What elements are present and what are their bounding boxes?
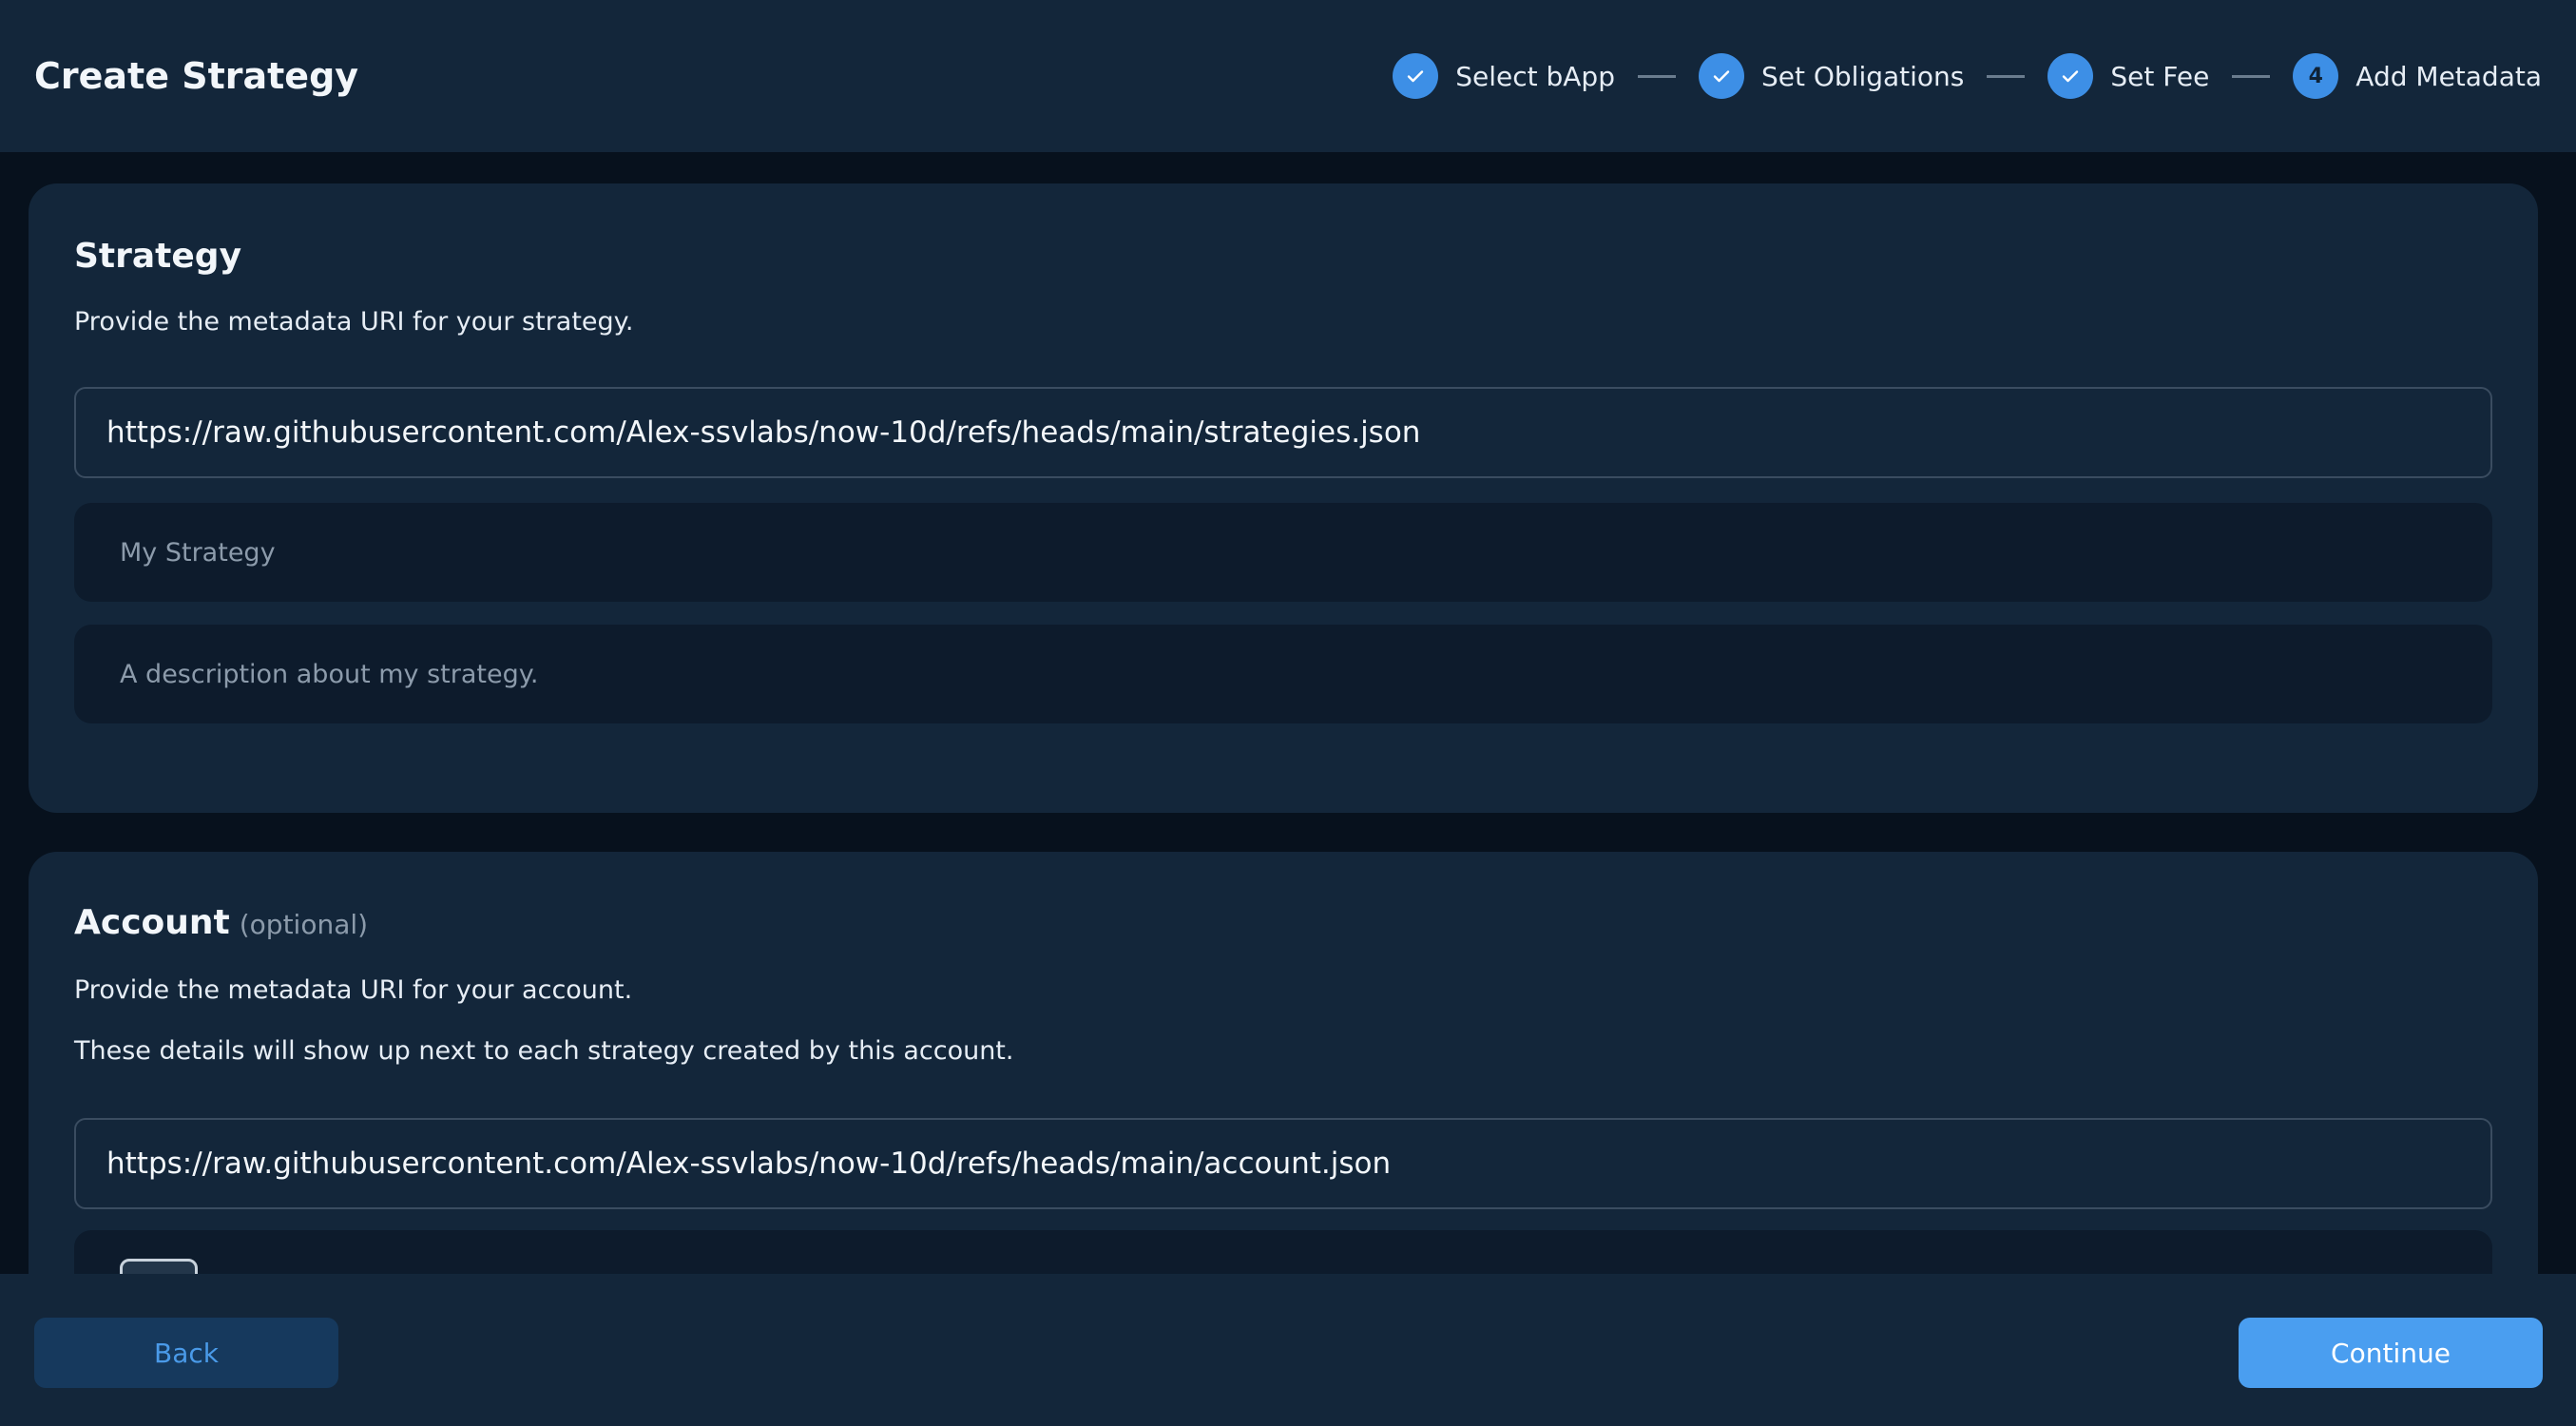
step-label: Select bApp: [1455, 60, 1615, 92]
step-set-obligations[interactable]: Set Obligations: [1698, 53, 1965, 99]
account-description: Provide the metadata URI for your accoun…: [74, 975, 633, 1005]
stepper: Select bApp Set Obligations Set Fee 4 Ad…: [1393, 53, 2542, 99]
step-connector: [1987, 74, 2026, 78]
account-uri-input[interactable]: https://raw.githubusercontent.com/Alex-s…: [74, 1118, 2492, 1209]
optional-label: (optional): [239, 909, 369, 940]
account-card: Account (optional) Provide the metadata U…: [29, 852, 2538, 1274]
check-icon: [2047, 53, 2094, 99]
strategy-name-field: My Strategy: [74, 503, 2492, 602]
strategy-description-field: A description about my strategy.: [74, 625, 2492, 723]
step-connector: [2232, 74, 2271, 78]
strategy-title: Strategy: [74, 237, 242, 276]
page-header: Create Strategy Select bApp Set Obligati…: [0, 0, 2576, 152]
page-title: Create Strategy: [34, 55, 359, 97]
content-area[interactable]: Strategy Provide the metadata URI for yo…: [0, 152, 2576, 1274]
step-add-metadata[interactable]: 4 Add Metadata: [2293, 53, 2542, 99]
toggle-switch[interactable]: [120, 1259, 198, 1274]
account-title: Account (optional): [74, 903, 368, 942]
account-details-note: These details will show up next to each …: [74, 1036, 1014, 1066]
continue-button[interactable]: Continue: [2239, 1318, 2543, 1388]
step-label: Set Fee: [2110, 60, 2210, 92]
step-label: Set Obligations: [1760, 60, 1965, 92]
step-select-bapp[interactable]: Select bApp: [1393, 53, 1615, 99]
strategy-card: Strategy Provide the metadata URI for yo…: [29, 183, 2538, 813]
account-title-text: Account: [74, 903, 230, 942]
step-set-fee[interactable]: Set Fee: [2047, 53, 2209, 99]
step-connector: [1637, 74, 1676, 78]
step-label: Add Metadata: [2355, 60, 2542, 92]
strategy-uri-input[interactable]: https://raw.githubusercontent.com/Alex-s…: [74, 387, 2492, 478]
account-preview-field: [74, 1230, 2492, 1274]
check-icon: [1393, 53, 1439, 99]
page-footer: Back Continue: [0, 1274, 2576, 1426]
check-icon: [1698, 53, 1744, 99]
strategy-description: Provide the metadata URI for your strate…: [74, 307, 634, 337]
back-button[interactable]: Back: [34, 1318, 338, 1388]
step-number: 4: [2293, 53, 2339, 99]
